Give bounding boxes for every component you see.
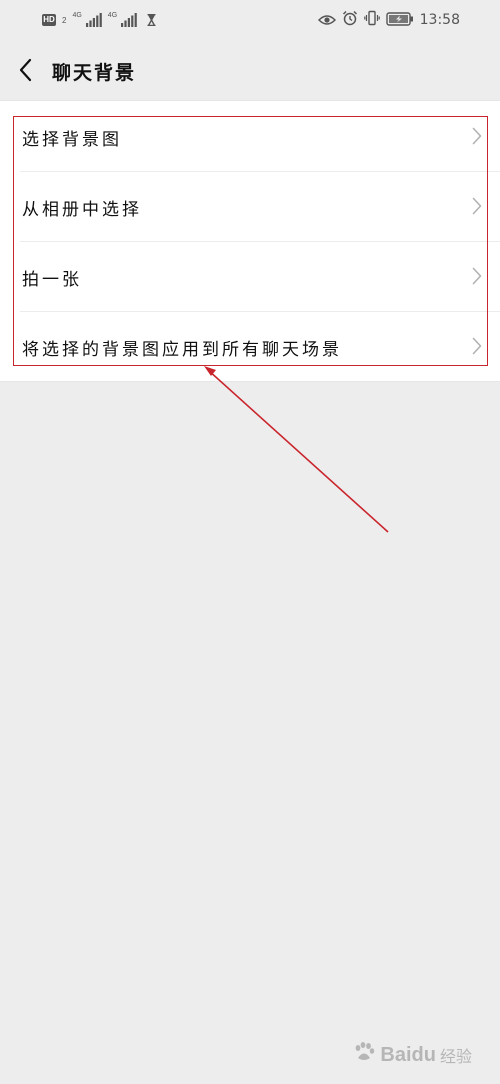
menu-item-label: 选择背景图 xyxy=(22,130,122,150)
battery-charging-icon xyxy=(385,11,414,30)
hourglass-icon xyxy=(147,11,156,30)
paw-logo-icon xyxy=(352,1040,376,1070)
menu-item-apply-to-all-chats[interactable]: 将选择的背景图应用到所有聊天场景 xyxy=(0,311,500,381)
status-left-icons: HD 2 4G 4G xyxy=(42,10,156,30)
chevron-right-icon xyxy=(472,127,482,145)
status-clock: 13:58 xyxy=(419,12,460,28)
network-type-2: 4G xyxy=(107,11,118,19)
status-right-icons: 13:58 xyxy=(317,10,460,30)
hd-badge: HD xyxy=(42,14,56,26)
signal-strength-icon xyxy=(121,13,137,27)
menu-item-label: 将选择的背景图应用到所有聊天场景 xyxy=(22,340,342,360)
chevron-right-icon xyxy=(472,337,482,355)
chevron-right-icon xyxy=(472,197,482,215)
menu-item-select-background[interactable]: 选择背景图 xyxy=(0,101,500,171)
alarm-clock-icon xyxy=(342,10,358,30)
network-type-1: 4G xyxy=(72,11,82,19)
menu-item-label: 从相册中选择 xyxy=(22,200,142,220)
menu-item-label: 拍一张 xyxy=(22,270,82,290)
eye-icon xyxy=(317,11,336,30)
back-button[interactable] xyxy=(10,50,40,90)
menu-item-take-photo[interactable]: 拍一张 xyxy=(0,241,500,311)
menu-item-choose-from-album[interactable]: 从相册中选择 xyxy=(0,171,500,241)
sim-badge: 2 xyxy=(62,15,67,25)
chat-background-menu: 选择背景图 从相册中选择 拍一张 将选择的背景图应用到所有聊天场景 xyxy=(0,100,500,382)
chevron-right-icon xyxy=(472,267,482,285)
watermark: Baidu 经验 xyxy=(352,1040,472,1070)
page-title: 聊天背景 xyxy=(52,62,137,84)
vibrate-icon xyxy=(363,10,380,30)
watermark-sub: 经验 xyxy=(439,1049,472,1066)
title-bar: 聊天背景 xyxy=(0,40,500,100)
chevron-left-icon xyxy=(19,58,32,82)
watermark-brand: Baidu xyxy=(380,1043,436,1066)
signal-strength-icon xyxy=(85,13,102,27)
status-bar: HD 2 4G 4G 13:58 xyxy=(0,0,500,40)
